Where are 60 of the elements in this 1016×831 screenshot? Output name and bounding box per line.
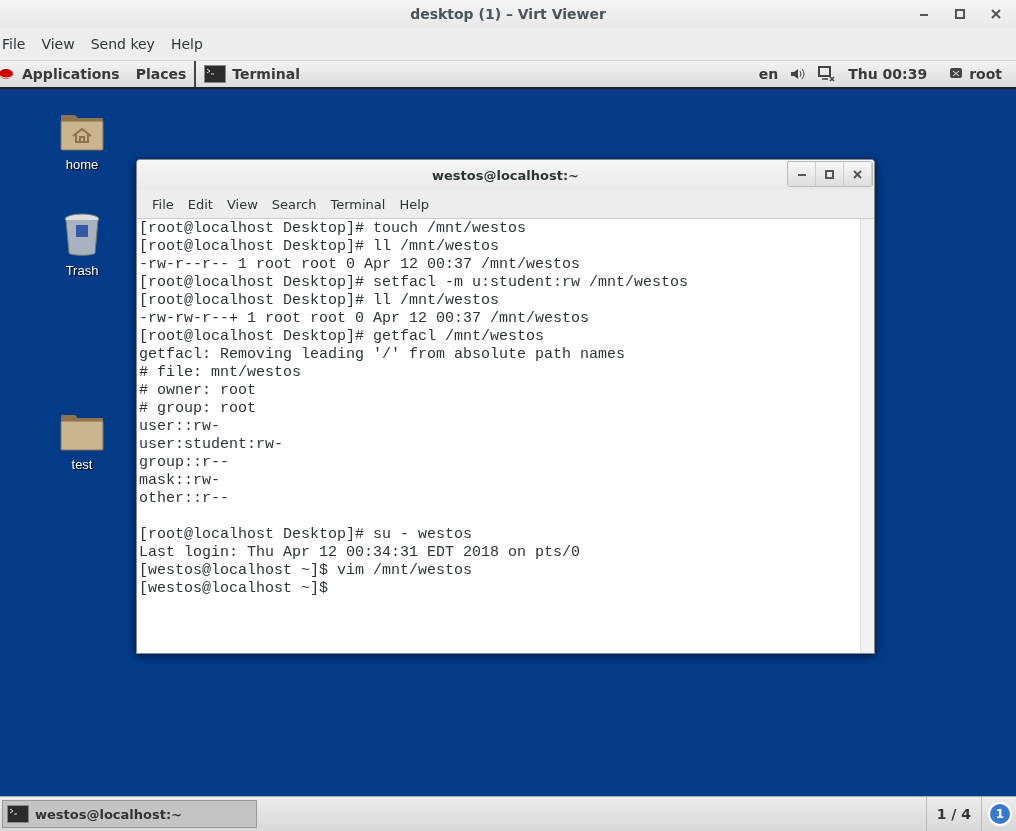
clock[interactable]: Thu 00:39: [842, 66, 934, 82]
menu-item[interactable]: View: [41, 36, 85, 52]
places-menu[interactable]: Places: [127, 61, 195, 87]
user-menu[interactable]: root: [963, 66, 1008, 82]
terminal-line: [westos@localhost ~]$: [139, 580, 330, 598]
minimize-button[interactable]: [788, 162, 816, 186]
menu-item[interactable]: Edit: [180, 196, 220, 212]
terminal-line: other::r--: [139, 490, 230, 508]
close-icon: [991, 9, 1001, 19]
notification-badge[interactable]: 1: [988, 802, 1012, 826]
terminal-app-menu[interactable]: Terminal: [194, 61, 308, 87]
terminal-line: [root@localhost Desktop]# setfacl -m u:student:rw /mnt/westos: [139, 274, 690, 292]
terminal-line: [root@localhost Desktop]# ll /mnt/westos: [139, 292, 501, 310]
terminal-line: Last login: Thu Apr 12 00:34:31 EDT 2018 on pts/0: [139, 544, 582, 562]
desktop-icon-label: test: [71, 457, 93, 472]
network-icon[interactable]: [818, 66, 837, 82]
close-icon: [853, 169, 862, 179]
terminal-icon: [204, 65, 227, 83]
menu-item[interactable]: View: [219, 196, 265, 212]
terminal-line: getfacl: Removing leading '/' from absolute path names: [139, 346, 627, 364]
terminal-line: # group: root: [139, 400, 258, 418]
window-title: desktop (1) – Virt Viewer: [410, 6, 606, 22]
terminal-icon: [7, 805, 29, 823]
minimize-icon: [920, 12, 928, 16]
close-button[interactable]: [844, 162, 872, 186]
desktop-icon-label: home: [65, 157, 99, 172]
terminal-line: # file: mnt/westos: [139, 364, 303, 382]
terminal-line: [root@localhost Desktop]# su - westos: [139, 526, 474, 544]
terminal-title: westos@localhost:~: [432, 167, 579, 183]
menu-item[interactable]: Help: [392, 196, 437, 212]
maximize-icon: [825, 169, 834, 179]
menu-item[interactable]: File: [2, 36, 36, 52]
desktop-icon-label: Trash: [65, 263, 99, 278]
menu-item[interactable]: File: [145, 196, 181, 212]
language-indicator[interactable]: en: [752, 66, 785, 82]
workspace-indicator[interactable]: 1 / 4: [925, 797, 982, 831]
applications-menu[interactable]: Applications: [14, 61, 128, 87]
hat-logo-icon: [0, 67, 14, 81]
scrollbar[interactable]: [860, 219, 874, 653]
terminal-line: user::rw-: [139, 418, 221, 436]
terminal-line: mask::rw-: [139, 472, 221, 490]
terminal-line: group::r--: [139, 454, 230, 472]
terminal-line: [root@localhost Desktop]# touch /mnt/westos: [139, 220, 528, 238]
speaker-icon[interactable]: [790, 67, 807, 81]
terminal-line: # owner: root: [139, 382, 258, 400]
maximize-icon: [955, 9, 965, 19]
terminal-line: user:student:rw-: [139, 436, 285, 454]
maximize-button[interactable]: [816, 162, 844, 186]
minimize-icon: [797, 172, 806, 176]
terminal-line: -rw-rw-r--+ 1 root root 0 Apr 12 00:37 /mnt/westos: [139, 310, 591, 328]
menu-item[interactable]: Search: [264, 196, 324, 212]
menu-item[interactable]: Send key: [90, 36, 165, 52]
menu-item[interactable]: Help: [170, 36, 213, 52]
menu-item[interactable]: Terminal: [323, 196, 393, 212]
terminal-line: [root@localhost Desktop]# ll /mnt/westos: [139, 238, 501, 256]
terminal-line: [westos@localhost ~]$ vim /mnt/westos: [139, 562, 474, 580]
taskbar-item[interactable]: westos@localhost:~: [2, 800, 257, 828]
terminal-line: -rw-r--r-- 1 root root 0 Apr 12 00:37 /mnt/westos: [139, 256, 582, 274]
trash-icon: [63, 213, 101, 257]
terminal-line: [root@localhost Desktop]# getfacl /mnt/westos: [139, 328, 546, 346]
